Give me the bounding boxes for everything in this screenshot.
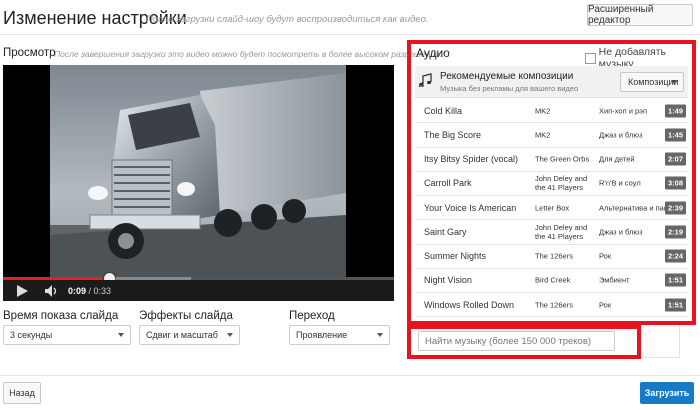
slide-effects-select[interactable]: Сдвиг и масштаб	[139, 325, 240, 345]
track-row[interactable]: Itsy Bitsy Spider (vocal) The Green Orbs Д…	[415, 148, 688, 172]
page-subtitle: После загрузки слайд-шоу будут воспроизв…	[146, 14, 429, 25]
track-duration: 2:07	[664, 152, 686, 166]
advanced-editor-button[interactable]: Расширенный редактор	[587, 4, 693, 26]
recommended-header: Рекомендуемые композиции Музыка без рекл…	[415, 66, 688, 98]
chevron-down-icon	[671, 80, 677, 84]
video-frame[interactable]	[50, 65, 346, 277]
track-duration: 1:45	[664, 128, 686, 142]
track-duration: 1:51	[664, 273, 686, 287]
track-artist: The Green Orbs	[535, 154, 590, 164]
upload-button[interactable]: Загрузить	[640, 382, 694, 404]
track-genre: R'n'B и соул	[599, 178, 641, 188]
no-music-checkbox[interactable]	[585, 52, 596, 64]
track-genre: Для детей	[599, 154, 635, 164]
footer-divider	[0, 375, 700, 376]
transition-label: Переход	[289, 310, 335, 322]
video-player[interactable]: 0:09 / 0:33	[3, 65, 394, 301]
track-genre: Хип-хоп и рэп	[599, 106, 648, 116]
music-note-icon	[419, 73, 432, 87]
track-row[interactable]: The Big Score MK2 Джаз и блюз 1:45	[415, 123, 688, 148]
track-duration: 2:24	[664, 249, 686, 263]
play-icon[interactable]	[16, 284, 28, 297]
track-row[interactable]: Your Voice Is American Letter Box Альтерна…	[415, 196, 688, 221]
music-search-input[interactable]: Найти музыку (более 150 000 треков)	[418, 331, 615, 351]
track-duration: 2:39	[664, 201, 686, 215]
back-button[interactable]: Назад	[3, 382, 41, 404]
track-artist: Bird Creek	[535, 275, 571, 285]
track-genre: Эмбиент	[599, 275, 630, 285]
compositions-dropdown[interactable]: Композиции	[620, 72, 684, 92]
track-name: Cold Killa	[424, 105, 463, 116]
track-duration: 1:49	[664, 104, 686, 118]
track-genre: Альтернатива и панк	[599, 203, 672, 213]
track-name: The Big Score	[424, 129, 482, 140]
player-controls: 0:09 / 0:33	[3, 280, 394, 301]
track-row[interactable]: Summer Nights The 126ers Рок 2:24	[415, 245, 688, 269]
track-artist: John Deley and the 41 Players	[535, 174, 588, 193]
slide-duration-value: 3 секунды	[10, 330, 53, 340]
track-row[interactable]: Windows Rolled Down The 126ers Рок 1:51	[415, 293, 688, 318]
time-current: 0:09	[68, 285, 87, 296]
dropdown-caret-icon	[227, 333, 233, 337]
track-name: Night Vision	[424, 275, 472, 286]
track-genre: Джаз и блюз	[599, 130, 643, 140]
track-duration: 2:19	[664, 225, 686, 239]
track-list: Cold Killa MK2 Хип-хоп и рэп 1:49 The Big Sc…	[415, 99, 688, 318]
dropdown-caret-icon	[118, 333, 124, 337]
slide-effects-label: Эффекты слайда	[139, 310, 233, 322]
track-artist: Letter Box	[535, 203, 570, 213]
track-genre: Рок	[599, 251, 612, 261]
slide-duration-select[interactable]: 3 секунды	[3, 325, 131, 345]
track-name: Your Voice Is American	[424, 202, 517, 213]
track-artist: The 126ers	[535, 300, 573, 310]
dropdown-caret-icon	[377, 333, 383, 337]
recommended-subtitle: Музыка без рекламы для вашего видео	[440, 84, 579, 93]
track-artist: MK2	[535, 106, 551, 116]
track-name: Windows Rolled Down	[424, 299, 515, 310]
header-divider	[0, 34, 700, 35]
preview-subtitle: После завершения загрузки это видео можн…	[54, 49, 443, 59]
time-display: 0:09 / 0:33	[68, 286, 111, 296]
track-genre: Джаз и блюз	[599, 227, 643, 237]
track-name: Saint Gary	[424, 226, 467, 237]
volume-icon[interactable]	[45, 284, 59, 297]
track-row[interactable]: Night Vision Bird Creek Эмбиент 1:51	[415, 269, 688, 293]
audio-title: Аудио	[416, 46, 450, 60]
track-duration: 1:51	[664, 298, 686, 312]
track-name: Carroll Park	[424, 178, 472, 189]
track-genre: Рок	[599, 300, 612, 310]
track-duration: 3:08	[664, 176, 686, 190]
track-artist: John Deley and the 41 Players	[535, 222, 588, 241]
transition-value: Проявление	[296, 330, 348, 340]
recommended-title: Рекомендуемые композиции	[440, 71, 574, 82]
track-row[interactable]: Saint Gary John Deley and the 41 Players Д…	[415, 220, 688, 245]
slide-effects-value: Сдвиг и масштаб	[146, 330, 218, 340]
track-name: Itsy Bitsy Spider (vocal)	[424, 154, 519, 165]
track-artist: The 126ers	[535, 251, 573, 261]
track-row[interactable]: Carroll Park John Deley and the 41 Player…	[415, 172, 688, 196]
preview-title: Просмотр	[3, 47, 56, 59]
track-name: Summer Nights	[424, 251, 487, 262]
track-artist: MK2	[535, 130, 551, 140]
video-thumbnail-truck	[50, 65, 346, 277]
time-total: / 0:33	[88, 285, 112, 296]
slide-duration-label: Время показа слайда	[3, 310, 119, 322]
track-row[interactable]: Cold Killa MK2 Хип-хоп и рэп 1:49	[415, 99, 688, 124]
transition-select[interactable]: Проявление	[289, 325, 390, 345]
